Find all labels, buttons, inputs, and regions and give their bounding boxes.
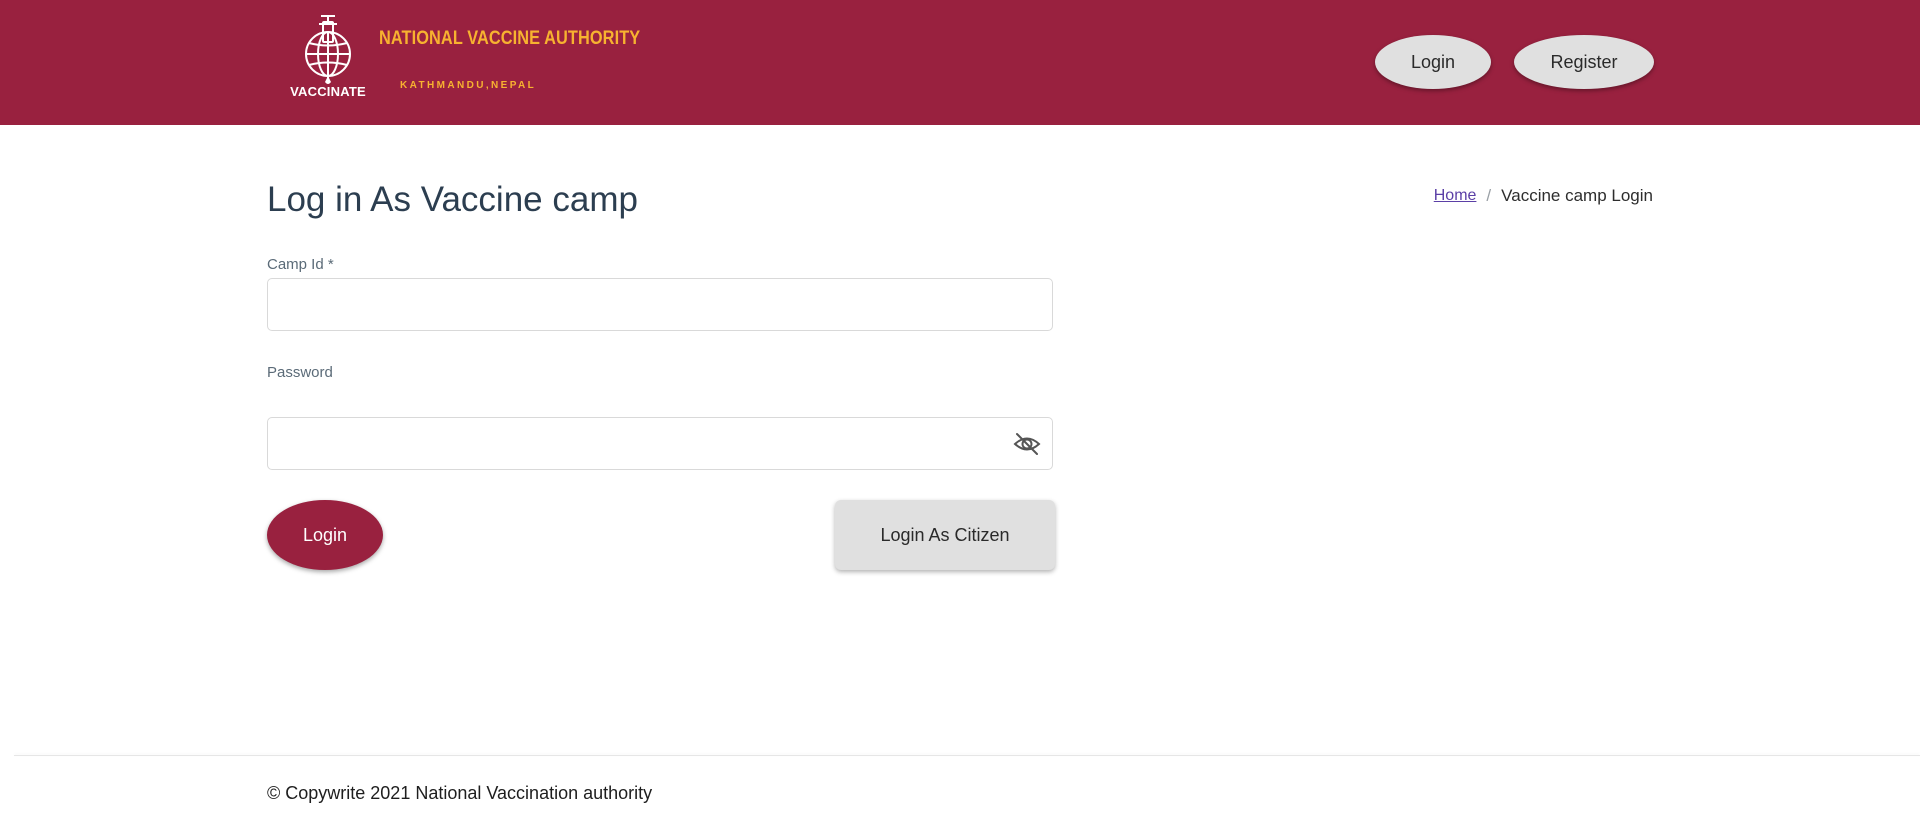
camp-id-label: Camp Id * xyxy=(267,256,334,273)
camp-id-input[interactable] xyxy=(267,278,1053,331)
password-input[interactable] xyxy=(267,417,1053,470)
site-header: VACCINATE NATIONAL VACCINE AUTHORITY KAT… xyxy=(0,0,1920,125)
breadcrumb: Home / Vaccine camp Login xyxy=(1434,186,1653,206)
logo-caption: VACCINATE xyxy=(290,84,366,99)
header-login-button[interactable]: Login xyxy=(1375,35,1491,89)
brand-subtitle: KATHMANDU,NEPAL xyxy=(400,80,537,91)
login-as-citizen-button[interactable]: Login As Citizen xyxy=(835,500,1055,570)
password-label: Password xyxy=(267,364,333,381)
breadcrumb-separator: / xyxy=(1486,186,1492,205)
page-title: Log in As Vaccine camp xyxy=(267,180,638,219)
breadcrumb-home-link[interactable]: Home xyxy=(1434,187,1477,205)
breadcrumb-current: Vaccine camp Login xyxy=(1501,186,1653,205)
login-button[interactable]: Login xyxy=(267,500,383,570)
header-register-button[interactable]: Register xyxy=(1514,35,1654,89)
eye-off-icon[interactable] xyxy=(1013,431,1041,457)
footer-divider xyxy=(14,755,1920,756)
brand-title[interactable]: NATIONAL VACCINE AUTHORITY xyxy=(379,28,640,50)
footer-copyright: © Copywrite 2021 National Vaccination au… xyxy=(267,783,653,803)
